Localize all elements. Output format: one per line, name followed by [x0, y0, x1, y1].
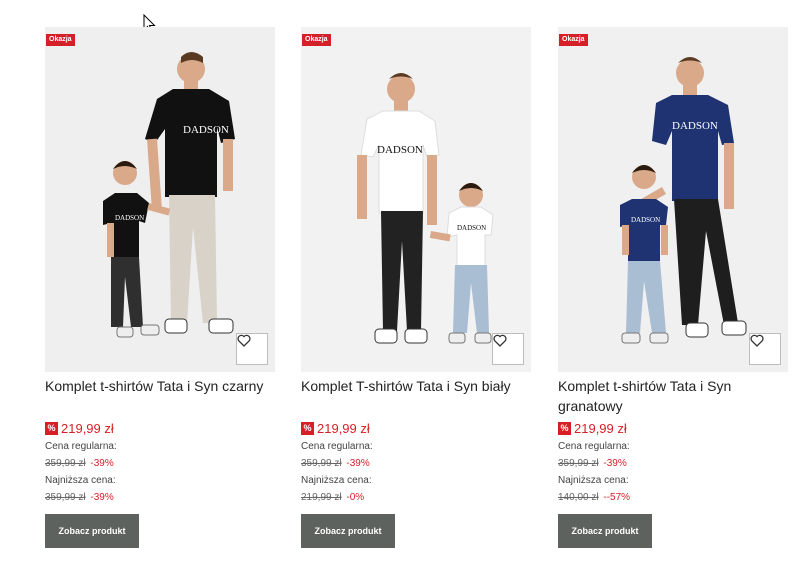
product-photo-illustration: DADSON DADSON [558, 27, 788, 372]
regular-discount: -39% [90, 458, 114, 469]
shirt-print-text: DADSON [183, 124, 229, 136]
lowest-old-price: 219,99 zł [301, 492, 342, 503]
heart-icon [237, 334, 251, 347]
price-row: % 219,99 zł [558, 420, 788, 437]
product-title[interactable]: Komplet t-shirtów Tata i Syn czarny [45, 376, 275, 416]
price-row: % 219,99 zł [301, 420, 531, 437]
regular-price-label: Cena regularna: [301, 441, 373, 452]
lowest-price-row: 219,99 zł -0% [301, 491, 531, 505]
lowest-price-label: Najniższa cena: [301, 475, 372, 486]
shirt-print-text: DADSON [672, 120, 718, 132]
shirt-print-text: DADSON [377, 144, 423, 156]
lowest-discount: --57% [603, 492, 631, 503]
lowest-discount: -39% [90, 492, 114, 503]
add-to-wishlist-button[interactable] [749, 333, 781, 365]
regular-price-row: 359,99 zł -39% [301, 457, 531, 471]
view-product-button[interactable]: Zobacz produkt [301, 514, 395, 548]
regular-price-row: 359,99 zł -39% [45, 457, 275, 471]
product-image[interactable]: DADSON DADSON Okazja [558, 27, 788, 372]
lowest-price-label: Najniższa cena: [558, 475, 629, 486]
sale-price: 219,99 zł [317, 421, 370, 436]
sale-badge: Okazja [46, 34, 75, 46]
shirt-print-text: DADSON [457, 224, 486, 232]
percent-icon: % [301, 422, 314, 435]
regular-price-row: 359,99 zł -39% [558, 457, 788, 471]
regular-price-label: Cena regularna: [45, 441, 117, 452]
sale-price: 219,99 zł [61, 421, 114, 436]
product-title[interactable]: Komplet t-shirtów Tata i Syn granatowy [558, 376, 788, 416]
shirt-print-text: DADSON [631, 216, 660, 224]
heart-icon [493, 334, 507, 347]
product-grid: DADSON DADSON Okazja Komplet t-shirtów T… [45, 27, 788, 548]
add-to-wishlist-button[interactable] [492, 333, 524, 365]
shirt-print-text: DADSON [115, 214, 144, 222]
percent-icon: % [558, 422, 571, 435]
regular-old-price: 359,99 zł [301, 458, 342, 469]
product-card[interactable]: DADSON DADSON Okazja Komplet T-shirtów T… [301, 27, 531, 548]
lowest-price-label: Najniższa cena: [45, 475, 116, 486]
percent-icon: % [45, 422, 58, 435]
regular-discount: -39% [346, 458, 370, 469]
price-row: % 219,99 zł [45, 420, 275, 437]
view-product-button[interactable]: Zobacz produkt [45, 514, 139, 548]
sale-badge: Okazja [559, 34, 588, 46]
add-to-wishlist-button[interactable] [236, 333, 268, 365]
product-photo-illustration: DADSON DADSON [45, 27, 275, 372]
lowest-old-price: 359,99 zł [45, 492, 86, 503]
lowest-price-row: 140,00 zł --57% [558, 491, 788, 505]
product-image[interactable]: DADSON DADSON Okazja [301, 27, 531, 372]
sale-price: 219,99 zł [574, 421, 627, 436]
lowest-old-price: 140,00 zł [558, 492, 599, 503]
product-card[interactable]: DADSON DADSON Okazja Komplet t-shirtów T… [558, 27, 788, 548]
product-image[interactable]: DADSON DADSON Okazja [45, 27, 275, 372]
lowest-price-row: 359,99 zł -39% [45, 491, 275, 505]
regular-price-label: Cena regularna: [558, 441, 630, 452]
sale-badge: Okazja [302, 34, 331, 46]
regular-discount: -39% [603, 458, 627, 469]
regular-old-price: 359,99 zł [558, 458, 599, 469]
lowest-discount: -0% [346, 492, 365, 503]
view-product-button[interactable]: Zobacz produkt [558, 514, 652, 548]
product-card[interactable]: DADSON DADSON Okazja Komplet t-shirtów T… [45, 27, 275, 548]
regular-old-price: 359,99 zł [45, 458, 86, 469]
product-photo-illustration: DADSON DADSON [301, 27, 531, 372]
heart-icon [750, 334, 764, 347]
product-title[interactable]: Komplet T-shirtów Tata i Syn biały [301, 376, 531, 416]
